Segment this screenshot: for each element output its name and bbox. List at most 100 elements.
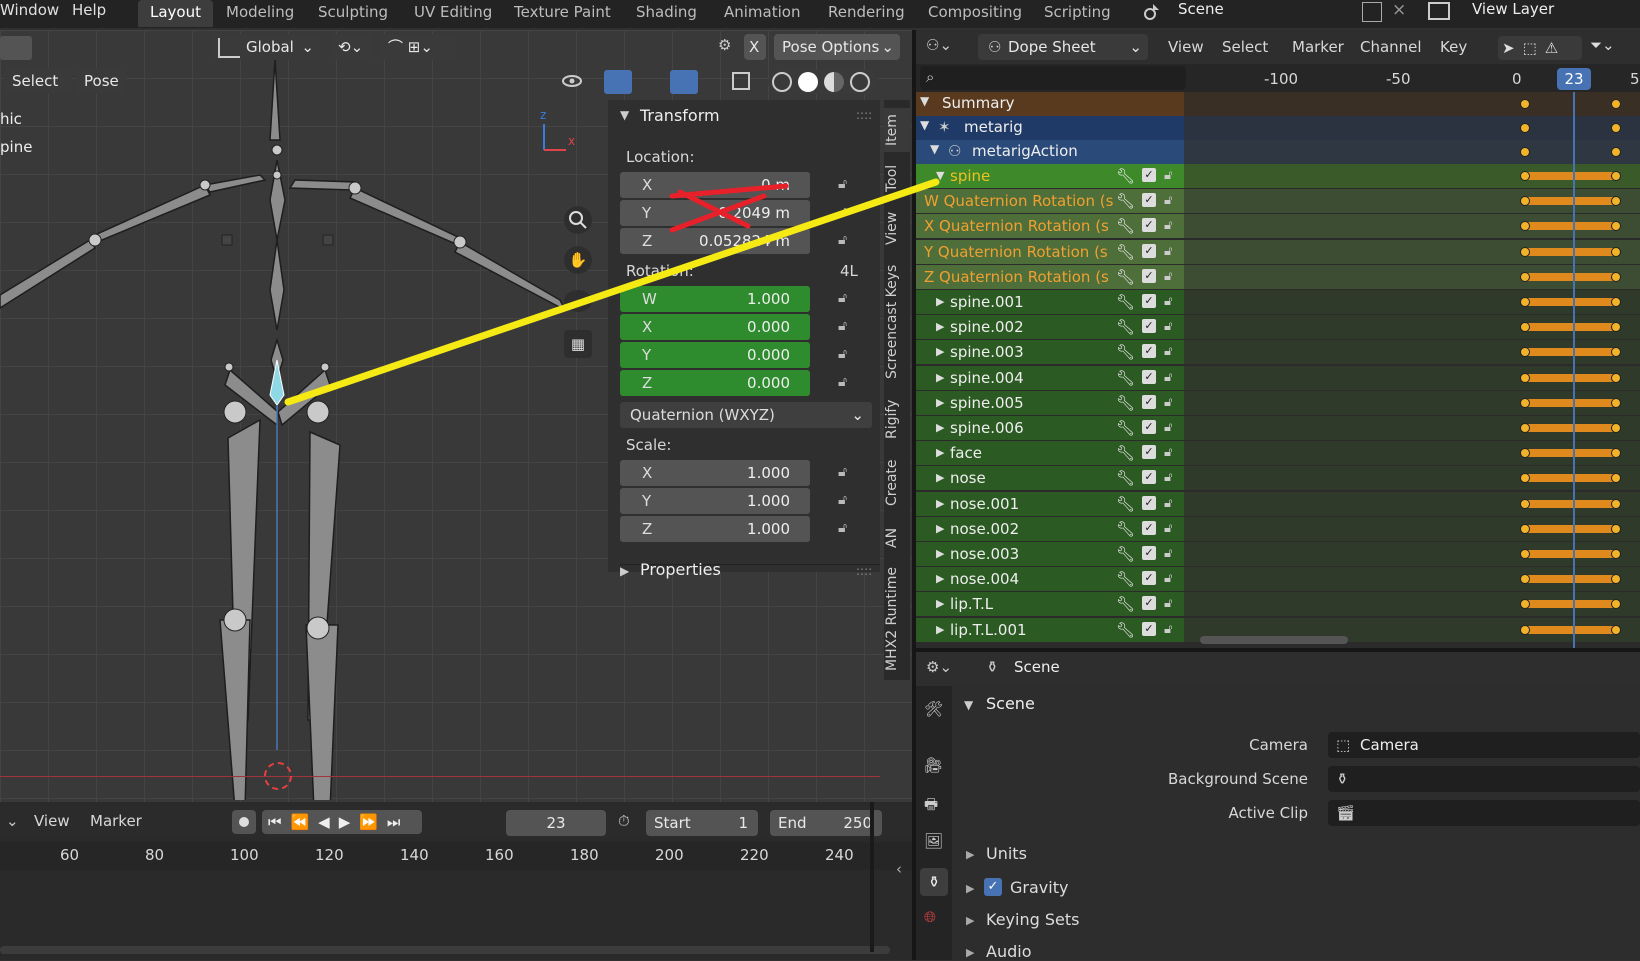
render-icon[interactable]: 🎥︎ xyxy=(924,756,943,774)
mute-checkbox[interactable]: ✓ xyxy=(1142,546,1156,560)
lock-icon[interactable]: 🔓︎ xyxy=(838,290,854,306)
new-scene-icon[interactable] xyxy=(1362,2,1382,22)
bone-group-channel-row[interactable]: ▶ nose.003 🔧︎ ✓ 🔓︎ xyxy=(916,542,1184,566)
lock-icon[interactable]: 🔓︎ xyxy=(1164,290,1172,314)
keyframe[interactable] xyxy=(1611,373,1621,383)
bone-group-channel-row[interactable]: ▶ lip.T.L 🔧︎ ✓ 🔓︎ xyxy=(916,592,1184,616)
keyframe[interactable] xyxy=(1611,147,1621,157)
lock-icon[interactable]: 🔓︎ xyxy=(1164,164,1172,188)
mute-checkbox[interactable]: ✓ xyxy=(1142,370,1156,384)
mute-checkbox[interactable]: ✓ xyxy=(1142,218,1156,232)
ds-menu-select[interactable]: Select xyxy=(1222,38,1268,56)
background-scene-field[interactable]: ⚱ xyxy=(1328,766,1640,792)
editor-type-icon[interactable]: ⚇⌄ xyxy=(926,36,964,58)
modifier-wrench-icon[interactable]: 🔧︎ xyxy=(1116,592,1135,616)
material-shading-icon[interactable] xyxy=(824,72,844,92)
keyframe[interactable] xyxy=(1520,247,1530,257)
lock-icon[interactable]: 🔓︎ xyxy=(1164,416,1172,440)
modifier-wrench-icon[interactable]: 🔧︎ xyxy=(1116,517,1135,541)
lock-icon[interactable]: 🔓︎ xyxy=(1164,240,1172,264)
scale-y-field[interactable]: Y 1.000 xyxy=(620,488,810,514)
playhead-line[interactable] xyxy=(1573,92,1575,648)
expand-arrow-icon[interactable]: ▶ xyxy=(966,882,974,895)
bone-group-channel-row[interactable]: ▶ spine.001 🔧︎ ✓ 🔓︎ xyxy=(916,290,1184,314)
view-layer-icon[interactable]: 🖼︎ xyxy=(924,832,943,850)
filter-icon[interactable]: ⏷⌄ xyxy=(1590,36,1615,54)
expand-arrow-icon[interactable]: ▶ xyxy=(936,592,944,616)
bone-group-channel-row[interactable]: ▼ spine 🔧︎ ✓ 🔓︎ xyxy=(916,164,1184,188)
lock-icon[interactable]: 🔓︎ xyxy=(1164,618,1172,642)
channel-search-input[interactable] xyxy=(920,66,1186,90)
current-frame-field[interactable]: 23 xyxy=(506,810,606,836)
ds-menu-view[interactable]: View xyxy=(1168,38,1204,56)
collapse-arrow-icon[interactable]: ▼ xyxy=(936,164,944,188)
ds-menu-marker[interactable]: Marker xyxy=(1292,38,1344,56)
keyframe[interactable] xyxy=(1611,272,1621,282)
expand-arrow-icon[interactable]: ▶ xyxy=(936,416,944,440)
chevron-left-icon[interactable]: ‹ xyxy=(896,860,902,878)
rotation-y-field[interactable]: Y 0.000 xyxy=(620,342,810,368)
tool-settings-icon[interactable]: 🛠︎ xyxy=(924,700,943,718)
keyframe[interactable] xyxy=(1520,147,1530,157)
keyframe[interactable] xyxy=(1611,549,1621,559)
timeline-scrollbar[interactable] xyxy=(0,946,890,954)
bone-group-channel-row[interactable]: ▶ spine.006 🔧︎ ✓ 🔓︎ xyxy=(916,416,1184,440)
lock-icon[interactable]: 🔓︎ xyxy=(838,374,854,390)
lock-icon[interactable]: 🔓︎ xyxy=(1164,214,1172,238)
ds-menu-key[interactable]: Key xyxy=(1440,38,1467,56)
lock-icon[interactable]: 🔓︎ xyxy=(838,318,854,334)
dope-sheet-mode-dropdown[interactable]: Dope Sheet ⌄ xyxy=(978,34,1148,60)
workspace-tab-animation[interactable]: Animation xyxy=(712,0,812,27)
tab-screencast-keys[interactable]: Screencast Keys xyxy=(884,262,910,382)
tab-view[interactable]: View xyxy=(884,206,910,250)
transform-panel-title[interactable]: Transform xyxy=(640,106,720,125)
keyframe[interactable] xyxy=(1611,196,1621,206)
location-y-field[interactable]: Y 0.2049 m xyxy=(620,200,810,226)
keyframe[interactable] xyxy=(1520,196,1530,206)
workspace-tab-layout[interactable]: Layout xyxy=(138,0,213,27)
keyframe[interactable] xyxy=(1520,99,1530,109)
record-button[interactable] xyxy=(232,810,256,834)
scene-panel-title[interactable]: Scene xyxy=(986,694,1035,713)
rendered-shading-icon[interactable] xyxy=(850,72,870,92)
rotation-x-field[interactable]: X 0.000 xyxy=(620,314,810,340)
bone-group-channel-row[interactable]: ▶ nose.001 🔧︎ ✓ 🔓︎ xyxy=(916,492,1184,516)
lock-icon[interactable]: 🔓︎ xyxy=(838,176,854,192)
expand-arrow-icon[interactable]: ▶ xyxy=(936,618,944,642)
mute-checkbox[interactable]: ✓ xyxy=(1142,420,1156,434)
keyframe[interactable] xyxy=(1520,625,1530,635)
mute-checkbox[interactable]: ✓ xyxy=(1142,193,1156,207)
mute-checkbox[interactable]: ✓ xyxy=(1142,294,1156,308)
modifier-wrench-icon[interactable]: 🔧︎ xyxy=(1116,240,1135,264)
modifier-wrench-icon[interactable]: 🔧︎ xyxy=(1116,492,1135,516)
mute-checkbox[interactable]: ✓ xyxy=(1142,496,1156,510)
expand-arrow-icon[interactable]: ▶ xyxy=(936,315,944,339)
keyframe[interactable] xyxy=(1611,322,1621,332)
expand-arrow-icon[interactable]: ▼ xyxy=(930,142,939,156)
expand-arrow-icon[interactable]: ▶ xyxy=(966,914,974,927)
tab-rigify[interactable]: Rigify xyxy=(884,394,910,444)
modifier-wrench-icon[interactable]: 🔧︎ xyxy=(1116,290,1135,314)
properties-panel-title[interactable]: Properties xyxy=(640,560,721,579)
tab-tool[interactable]: Tool xyxy=(884,158,910,198)
keyframe[interactable] xyxy=(1520,221,1530,231)
rotation-z-field[interactable]: Z 0.000 xyxy=(620,370,810,396)
tab-item[interactable]: Item xyxy=(884,108,910,152)
bone-group-channel-row[interactable]: ▶ spine.003 🔧︎ ✓ 🔓︎ xyxy=(916,340,1184,364)
bone-group-channel-row[interactable]: ▶ spine.004 🔧︎ ✓ 🔓︎ xyxy=(916,366,1184,390)
rotation-w-field[interactable]: W 1.000 xyxy=(620,286,810,312)
start-frame-field[interactable]: Start 1 xyxy=(646,810,758,836)
workspace-tab-uv-editing[interactable]: UV Editing xyxy=(402,0,504,27)
rotation-mode-short[interactable]: 4L xyxy=(840,262,858,280)
editor-type-icon[interactable] xyxy=(0,36,32,60)
modifier-wrench-icon[interactable]: 🔧︎ xyxy=(1116,391,1135,415)
view-layer-icon[interactable] xyxy=(1428,2,1450,20)
modifier-wrench-icon[interactable]: 🔧︎ xyxy=(1116,189,1135,213)
lock-icon[interactable]: 🔓︎ xyxy=(838,232,854,248)
scene-properties-icon[interactable]: ⚱ xyxy=(920,868,948,896)
keyframe[interactable] xyxy=(1611,247,1621,257)
keyframe[interactable] xyxy=(1611,297,1621,307)
scale-x-field[interactable]: X 1.000 xyxy=(620,460,810,486)
mute-checkbox[interactable]: ✓ xyxy=(1142,622,1156,636)
camera-field[interactable]: ⬚ Camera xyxy=(1328,732,1640,758)
